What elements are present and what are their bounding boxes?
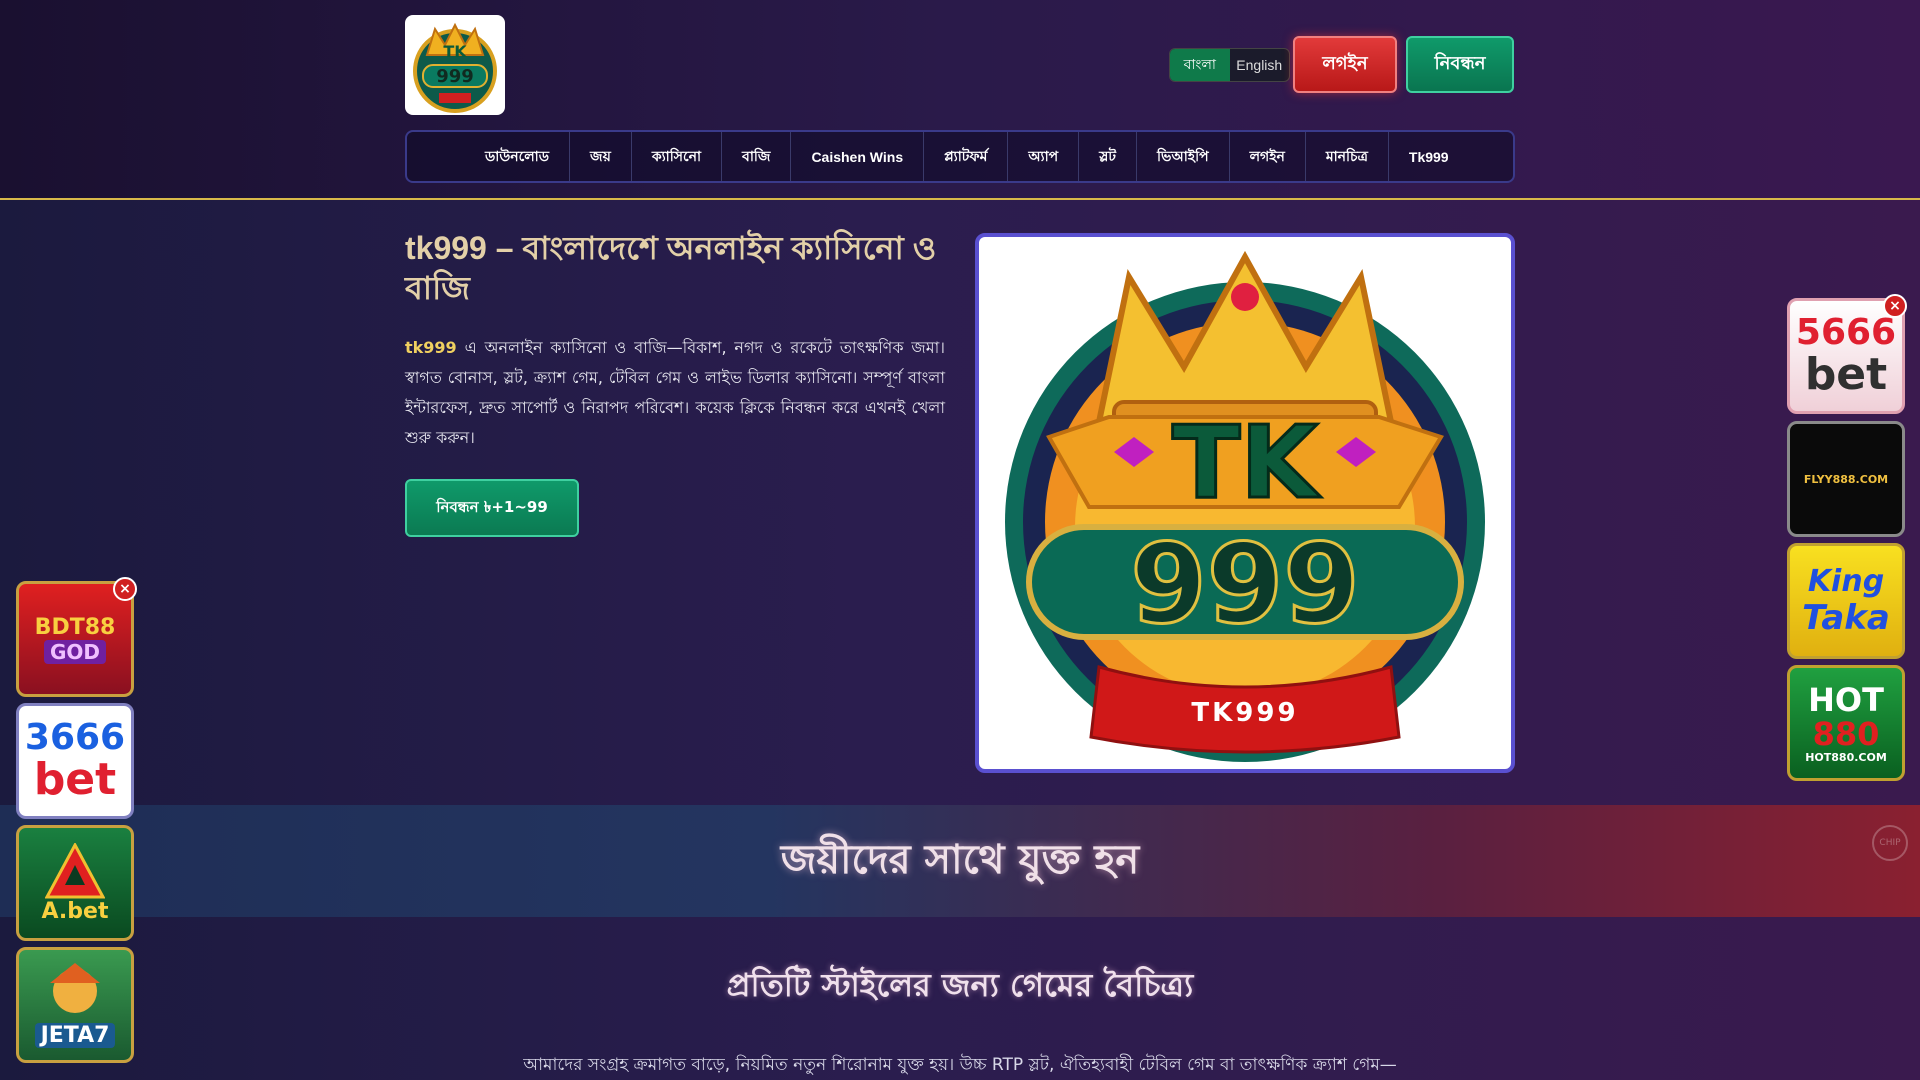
ad-bdt88-god[interactable]: BDT88 GOD <box>16 581 134 697</box>
lang-option-bangla[interactable]: বাংলা <box>1170 49 1230 81</box>
ad-hot880-line2: 880 <box>1812 714 1880 753</box>
nav-item-caishen-wins[interactable]: Caishen Wins <box>791 132 925 181</box>
ad-hot880-line3: HOT880.COM <box>1805 750 1887 764</box>
game-variety-title: প্রতিটি স্টাইলের জন্য গেমের বৈচিত্র্য <box>726 966 1194 1004</box>
ad-5666bet-line2: bet <box>1804 349 1888 400</box>
ad-bdt88-line1: BDT88 <box>34 614 116 640</box>
close-icon-right-ads[interactable]: × <box>1883 294 1907 318</box>
ad-flyy888-line1: FLYY888.COM <box>1803 472 1889 486</box>
ad-kingtaka-line2: Taka <box>1802 598 1890 638</box>
emblem-ribbon-text: TK999 <box>1191 698 1298 728</box>
login-button[interactable]: লগইন <box>1293 36 1397 93</box>
hero-brand-link[interactable]: tk999 <box>405 338 457 357</box>
ad-bdt88-line2: GOD <box>43 639 107 664</box>
language-switcher: বাংলা English <box>1169 48 1290 82</box>
ad-jeta7[interactable]: JETA7 <box>16 947 134 1063</box>
abet-logo-icon <box>45 842 105 898</box>
close-icon-left-ads[interactable]: × <box>113 577 137 601</box>
nav-item-sitemap[interactable]: মানচিত্র <box>1306 132 1389 181</box>
site-header: TK 999 বাংলা English লগইন নিবন্ধন ডাউনলো… <box>0 0 1920 200</box>
register-button[interactable]: নিবন্ধন <box>1406 36 1514 93</box>
game-variety-text: আমাদের সংগ্রহ ক্রমাগত বাড়ে, নিয়মিত নতু… <box>523 1055 1397 1075</box>
ad-kingtaka-line1: King <box>1807 564 1885 599</box>
join-winners-banner: জয়ীদের সাথে যুক্ত হন CHIP <box>0 805 1920 917</box>
nav-item-tk999[interactable]: Tk999 <box>1389 132 1469 181</box>
jeta7-mascot-icon <box>50 962 100 1013</box>
logo-image: TK 999 <box>413 22 497 113</box>
nav-item-slot[interactable]: স্লট <box>1079 132 1138 181</box>
ad-3666bet[interactable]: 3666 bet <box>16 703 134 819</box>
nav-item-win[interactable]: জয় <box>570 132 632 181</box>
site-logo[interactable]: TK 999 <box>405 15 505 115</box>
chip-icon: CHIP <box>1872 825 1908 861</box>
ad-abet[interactable]: A.bet <box>16 825 134 941</box>
hero-description-text: এ অনলাইন ক্যাসিনো ও বাজি—বিকাশ, নগদ ও রক… <box>405 338 945 447</box>
ad-hot880[interactable]: HOT 880 HOT880.COM <box>1787 665 1905 781</box>
hero-title: tk999 – বাংলাদেশে অনলাইন ক্যাসিনো ও বাজি <box>405 230 937 306</box>
hero-description: tk999 এ অনলাইন ক্যাসিনো ও বাজি—বিকাশ, নগ… <box>405 333 945 453</box>
hero-register-button[interactable]: নিবন্ধন ৳+1~99 <box>405 479 579 537</box>
logo-text-num: 999 <box>436 66 474 87</box>
ad-flyy888[interactable]: FLYY888.COM <box>1787 421 1905 537</box>
hero-logo-image: TK 999 TK999 <box>975 233 1515 773</box>
ad-5666bet-line1: 5666 <box>1795 312 1897 353</box>
ad-kingtaka[interactable]: King Taka <box>1787 543 1905 659</box>
nav-item-login[interactable]: লগইন <box>1230 132 1306 181</box>
ad-3666bet-line2: bet <box>33 754 117 805</box>
nav-item-app[interactable]: অ্যাপ <box>1008 132 1080 181</box>
emblem-text-999: 999 <box>1130 520 1360 648</box>
tk999-emblem: TK 999 TK999 <box>983 241 1507 765</box>
ad-3666bet-line1: 3666 <box>24 717 126 758</box>
nav-item-casino[interactable]: ক্যাসিনো <box>632 132 723 181</box>
lang-option-english[interactable]: English <box>1230 49 1290 81</box>
join-winners-title: জয়ীদের সাথে যুক্ত হন <box>780 836 1140 883</box>
logo-text-tk: TK <box>443 42 467 61</box>
main-nav: ডাউনলোড জয় ক্যাসিনো বাজি Caishen Wins প… <box>405 130 1515 183</box>
ad-abet-line1: A.bet <box>41 898 109 924</box>
emblem-text-tk: TK <box>1172 404 1321 521</box>
nav-item-download[interactable]: ডাউনলোড <box>465 132 571 181</box>
nav-item-vip[interactable]: ভিআইপি <box>1137 132 1230 181</box>
ad-hot880-line1: HOT <box>1808 680 1884 719</box>
nav-item-platform[interactable]: প্ল্যাটফর্ম <box>924 132 1009 181</box>
nav-item-betting[interactable]: বাজি <box>722 132 792 181</box>
ad-jeta7-line1: JETA7 <box>34 1022 116 1048</box>
